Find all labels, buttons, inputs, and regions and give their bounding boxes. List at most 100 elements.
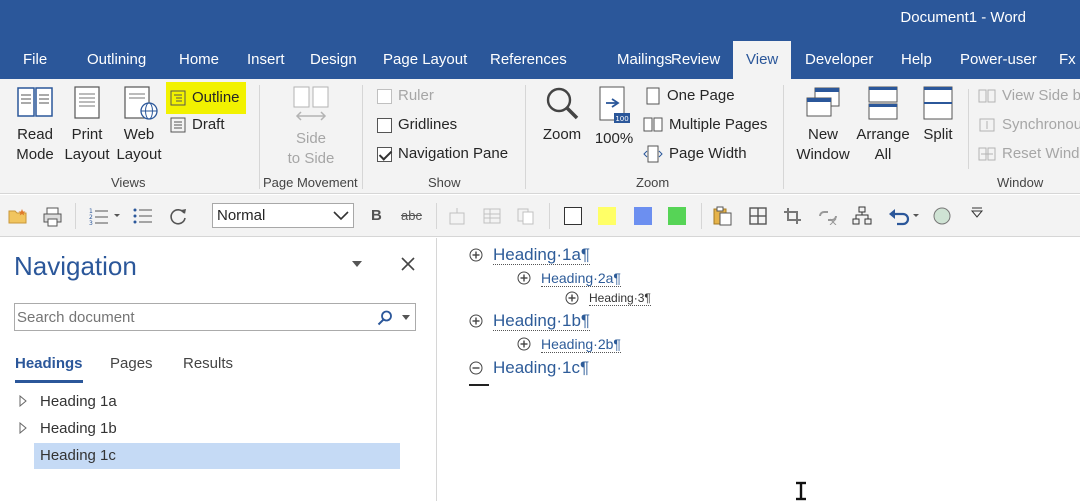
tab-power-user[interactable]: Power-user <box>947 41 1050 79</box>
close-icon[interactable] <box>401 257 415 271</box>
new-window-button[interactable]: New Window <box>794 85 852 165</box>
print-layout-icon <box>74 86 100 119</box>
page-100-icon: 100 <box>599 86 630 123</box>
views-group-label: Views <box>111 175 146 190</box>
page-width-button[interactable]: Page Width <box>643 141 747 167</box>
color-swatch-blue[interactable] <box>634 207 652 225</box>
view-side-by-side-button[interactable]: View Side b <box>978 83 1080 109</box>
tab-headings[interactable]: Headings <box>15 355 83 383</box>
svg-text:100: 100 <box>615 115 628 123</box>
table-insert-icon[interactable] <box>447 207 467 225</box>
divider <box>436 203 437 229</box>
divider <box>75 203 76 229</box>
heading-1a[interactable]: Heading·1a¶ <box>493 245 591 265</box>
customize-toolbar-icon[interactable] <box>970 207 984 219</box>
arrange-all-button[interactable]: Arrange All <box>856 85 910 165</box>
tab-file[interactable]: File <box>10 41 60 79</box>
heading-1b[interactable]: Heading·1b¶ <box>493 311 591 331</box>
strikethrough-button[interactable]: abc <box>401 208 422 223</box>
expand-plus-icon[interactable] <box>517 337 531 351</box>
color-swatch-yellow[interactable] <box>598 207 616 225</box>
tab-view[interactable]: View <box>733 41 792 79</box>
reset-window-position-button[interactable]: Reset Windo <box>978 141 1080 167</box>
expand-arrow-icon[interactable] <box>19 422 27 434</box>
tab-home[interactable]: Home <box>166 41 232 79</box>
table-grid-icon[interactable] <box>482 207 502 225</box>
tab-insert[interactable]: Insert <box>234 41 298 79</box>
tab-results[interactable]: Results <box>183 355 233 380</box>
new-folder-icon[interactable] <box>8 207 28 225</box>
side-to-side-button[interactable]: Side to Side <box>283 85 339 169</box>
zoom-group-label: Zoom <box>636 175 670 190</box>
tab-pages[interactable]: Pages <box>110 355 153 380</box>
print-icon[interactable] <box>42 207 64 227</box>
zoom-100-button[interactable]: 100 100% <box>592 85 636 149</box>
collapse-minus-icon[interactable] <box>469 361 483 375</box>
paste-icon[interactable] <box>712 206 734 226</box>
heading-3[interactable]: Heading·3¶ <box>589 291 651 306</box>
expand-plus-icon[interactable] <box>565 291 579 305</box>
color-swatch-white[interactable] <box>564 207 582 225</box>
refresh-icon[interactable] <box>167 206 189 226</box>
web-layout-label: Web Layout <box>116 126 162 163</box>
navigation-pane-checkbox[interactable]: Navigation Pane <box>377 141 508 167</box>
ruler-check-box[interactable] <box>377 88 392 104</box>
read-mode-button[interactable]: Read Mode <box>10 85 60 165</box>
heading-2a[interactable]: Heading·2a¶ <box>541 270 621 287</box>
nav-heading-1a[interactable]: Heading 1a <box>34 389 400 415</box>
chevron-down-icon[interactable] <box>402 315 410 320</box>
search-icon[interactable] <box>377 310 393 326</box>
outline-button[interactable]: Outline <box>166 82 246 114</box>
circle-shape-icon[interactable] <box>932 206 952 226</box>
crop-icon[interactable] <box>783 207 803 225</box>
hierarchy-icon[interactable] <box>852 206 872 226</box>
navigation-pane-check-box[interactable] <box>377 146 392 162</box>
bold-button[interactable]: B <box>371 207 382 224</box>
tab-help[interactable]: Help <box>888 41 945 79</box>
split-button[interactable]: Split <box>918 85 958 145</box>
search-document-box <box>14 303 416 331</box>
grid-icon[interactable] <box>748 207 768 225</box>
tab-outlining[interactable]: Outlining <box>74 41 159 79</box>
draft-button[interactable]: Draft <box>170 112 225 138</box>
gridlines-checkbox[interactable]: Gridlines <box>377 112 457 138</box>
heading-1c[interactable]: Heading·1c¶ <box>493 358 589 378</box>
nav-heading-1c[interactable]: Heading 1c <box>34 443 400 469</box>
divider <box>362 85 363 189</box>
navigation-title: Navigation <box>14 251 137 281</box>
tab-review[interactable]: Review <box>658 41 733 79</box>
search-input[interactable] <box>17 304 367 330</box>
expand-plus-icon[interactable] <box>469 314 483 328</box>
tab-references[interactable]: References <box>477 41 580 79</box>
print-layout-button[interactable]: Print Layout <box>62 85 112 165</box>
copy-format-icon[interactable] <box>516 207 536 225</box>
web-layout-button[interactable]: Web Layout <box>114 85 164 165</box>
tab-design[interactable]: Design <box>297 41 370 79</box>
heading-2b[interactable]: Heading·2b¶ <box>541 336 621 353</box>
divider <box>783 85 784 189</box>
synchronous-scrolling-button[interactable]: Synchronou <box>978 112 1080 138</box>
document-area[interactable]: Heading·1a¶ Heading·2a¶ Heading·3¶ Headi… <box>438 238 1080 501</box>
numbered-list-icon[interactable]: 123 <box>88 206 122 226</box>
ruler-checkbox[interactable]: Ruler <box>377 83 434 109</box>
undo-icon[interactable] <box>888 206 922 226</box>
expand-arrow-icon[interactable] <box>19 395 27 407</box>
color-swatch-green[interactable] <box>668 207 686 225</box>
style-dropdown[interactable]: Normal <box>212 203 354 228</box>
zoom-button[interactable]: Zoom <box>538 85 586 145</box>
tab-fx[interactable]: Fx S <box>1046 41 1080 79</box>
bullet-list-icon[interactable] <box>132 206 154 226</box>
style-dropdown-value: Normal <box>217 207 266 224</box>
unlink-icon[interactable] <box>817 207 839 225</box>
page-width-icon <box>643 145 663 163</box>
nav-heading-1b[interactable]: Heading 1b <box>34 416 400 442</box>
tab-developer[interactable]: Developer <box>792 41 886 79</box>
pane-options-icon[interactable] <box>351 260 363 268</box>
expand-plus-icon[interactable] <box>469 248 483 262</box>
expand-plus-icon[interactable] <box>517 271 531 285</box>
tab-page-layout[interactable]: Page Layout <box>370 41 480 79</box>
gridlines-check-box[interactable] <box>377 117 392 133</box>
read-mode-icon <box>17 87 53 117</box>
multiple-pages-button[interactable]: Multiple Pages <box>643 112 767 138</box>
one-page-button[interactable]: One Page <box>645 83 735 109</box>
